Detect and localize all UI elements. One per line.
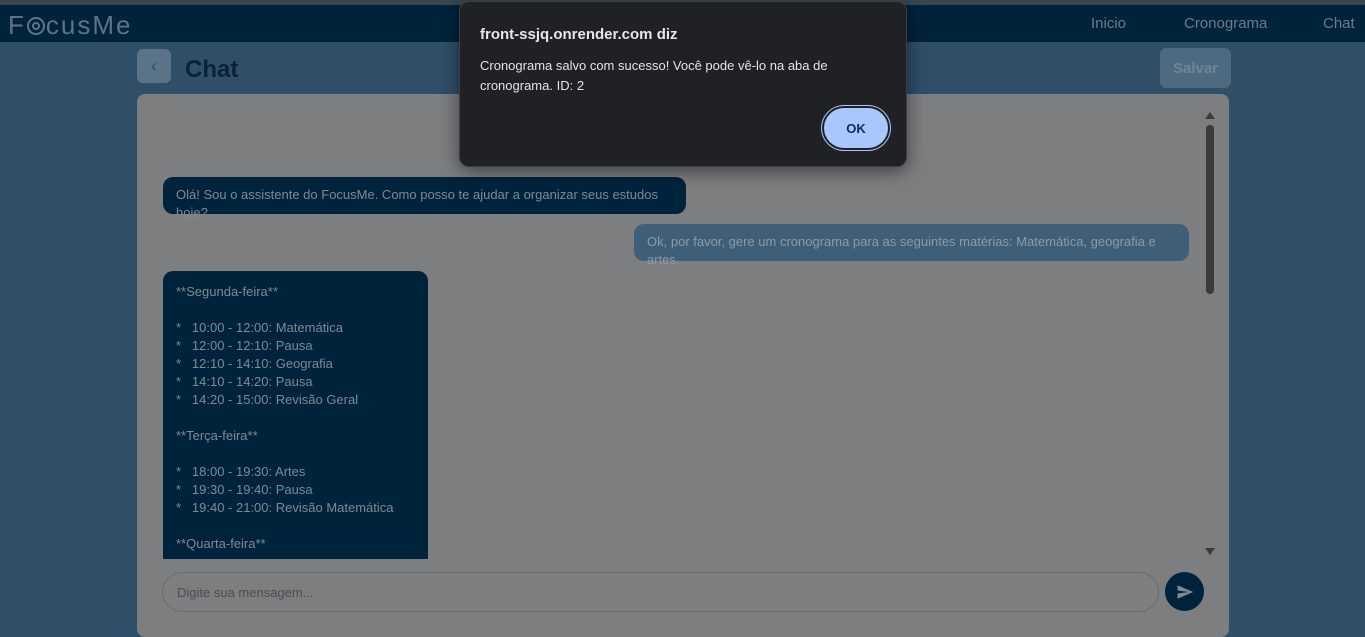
- scroll-down-arrow-icon[interactable]: [1205, 548, 1215, 555]
- page-title: Chat: [185, 56, 239, 83]
- ok-button[interactable]: OK: [824, 108, 888, 148]
- schedule-line: * 12:00 - 12:10: Pausa: [176, 338, 313, 353]
- nav-inicio[interactable]: Inicio: [1091, 15, 1126, 32]
- schedule-line: * 18:00 - 19:30: Artes: [176, 464, 306, 479]
- scrollbar-thumb[interactable]: [1206, 125, 1214, 294]
- schedule-line: [176, 409, 415, 427]
- schedule-line: [176, 517, 415, 535]
- schedule-line: [176, 445, 415, 463]
- schedule-line: * 12:10 - 14:10: Geografia: [176, 356, 333, 371]
- target-icon: [26, 16, 45, 35]
- nav-cronograma[interactable]: Cronograma: [1184, 15, 1267, 32]
- message-input[interactable]: [163, 573, 1158, 611]
- logo-text-pre: F: [8, 10, 26, 40]
- dialog-message: Cronograma salvo com sucesso! Você pode …: [480, 58, 828, 93]
- nav-chat[interactable]: Chat: [1323, 15, 1355, 32]
- save-button[interactable]: Salvar: [1160, 48, 1231, 88]
- alert-dialog: front-ssjq.onrender.com diz Cronograma s…: [459, 1, 907, 167]
- schedule-line: * 14:20 - 15:00: Revisão Geral: [176, 392, 359, 407]
- chevron-left-icon: ‹: [151, 55, 157, 76]
- schedule-line: * 14:10 - 14:20: Pausa: [176, 374, 313, 389]
- dialog-title: front-ssjq.onrender.com diz: [480, 26, 678, 43]
- back-button[interactable]: ‹: [137, 49, 171, 83]
- schedule-line: * 19:40 - 21:00: Revisão Matemática: [176, 500, 394, 515]
- schedule-line: * 19:30 - 19:40: Pausa: [176, 482, 313, 497]
- logo[interactable]: F cusMe: [8, 10, 132, 41]
- scroll-up-arrow-icon[interactable]: [1205, 112, 1215, 119]
- bot-message: Olá! Sou o assistente do FocusMe. Como p…: [163, 177, 686, 220]
- schedule-line: **Segunda-feira**: [176, 284, 278, 299]
- message-input-container: [162, 572, 1159, 612]
- schedule-line: **Terça-feira**: [176, 428, 258, 443]
- schedule-line: **Quarta-feira**: [176, 536, 266, 551]
- schedule-line: * 10:00 - 12:00: Matemática: [176, 320, 343, 335]
- send-button[interactable]: [1165, 572, 1204, 611]
- send-icon: [1177, 584, 1193, 599]
- user-message: Ok, por favor, gere um cronograma para a…: [634, 224, 1189, 267]
- logo-text-post: cusMe: [45, 10, 133, 40]
- schedule-line: [176, 301, 415, 319]
- bot-message-schedule: **Segunda-feira** * 10:00 - 12:00: Matem…: [163, 271, 428, 559]
